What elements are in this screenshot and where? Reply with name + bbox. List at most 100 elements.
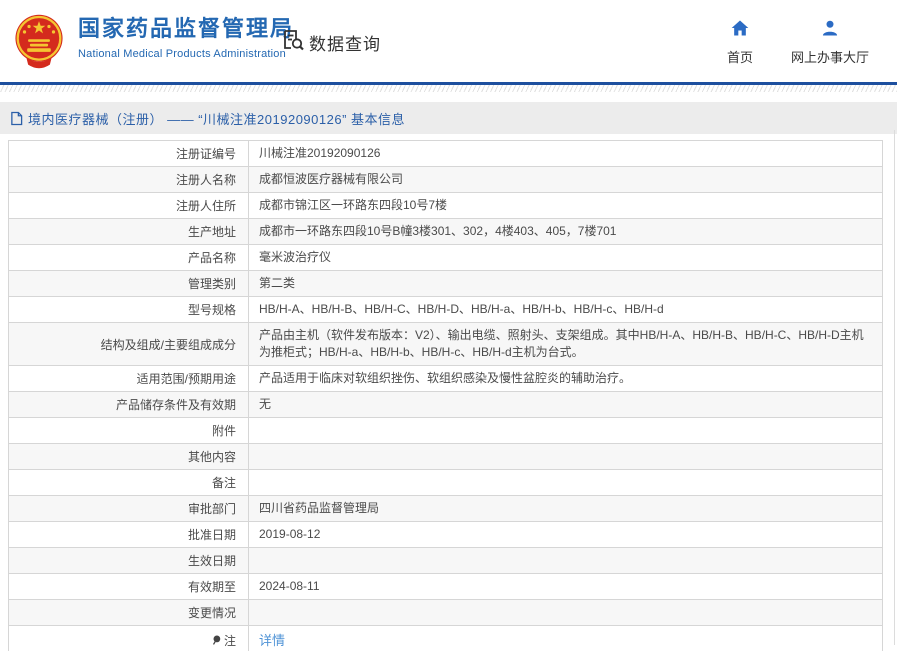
row-value: 详情: [248, 625, 883, 651]
row-label-text: 批准日期: [187, 528, 236, 542]
row-label-text: 适用范围/预期用途: [136, 372, 236, 386]
row-label: 审批部门: [8, 495, 249, 522]
site-header: 国家药品监督管理局 National Medical Products Admi…: [0, 0, 897, 82]
row-label-text: 产品储存条件及有效期: [115, 398, 236, 412]
row-label-text: 审批部门: [187, 502, 236, 516]
row-label: 注册人住所: [8, 192, 249, 219]
table-row: 产品储存条件及有效期无: [8, 391, 883, 418]
row-label: 管理类别: [8, 270, 249, 297]
row-label: 产品名称: [8, 244, 249, 271]
row-value: [248, 469, 883, 496]
row-label: 注册证编号: [8, 140, 249, 167]
row-value: 毫米波治疗仪: [248, 244, 883, 271]
nav-item-home[interactable]: 首页: [727, 18, 753, 66]
table-row: 注册人名称 成都恒波医疗器械有限公司: [8, 166, 883, 193]
row-label-text: 生产地址: [187, 225, 236, 239]
row-label-text: 注册人名称: [175, 173, 236, 187]
pin-icon: [211, 634, 222, 650]
nav-home-label: 首页: [726, 50, 753, 65]
table-row: 注册人住所 成都市锦江区一环路东四段10号7楼: [8, 192, 883, 219]
row-value: 川械注准20192090126: [248, 140, 883, 167]
table-row: 有效期至 2024-08-11: [8, 573, 883, 600]
row-value: [248, 599, 883, 626]
row-label-text: 注册证编号: [175, 147, 236, 161]
row-value: 四川省药品监督管理局: [248, 495, 883, 522]
row-label: 批准日期: [8, 521, 249, 548]
row-label: 适用范围/预期用途: [8, 365, 249, 392]
detail-link[interactable]: 详情: [259, 633, 285, 648]
row-label: 生效日期: [8, 547, 249, 574]
row-label-text: 其他内容: [187, 450, 236, 464]
nav-item-service-hall[interactable]: 网上办事大厅: [791, 18, 869, 66]
row-label: 生产地址: [8, 218, 249, 245]
row-value: 2024-08-11: [248, 573, 883, 600]
data-query-label: 数据查询: [309, 35, 381, 54]
table-row: 批准日期 2019-08-12: [8, 521, 883, 548]
table-row: 注册证编号 川械注准20192090126: [8, 140, 883, 167]
data-query-section[interactable]: 数据查询: [281, 28, 381, 57]
row-label-text: 管理类别: [187, 277, 236, 291]
row-value: 成都市锦江区一环路东四段10号7楼: [248, 192, 883, 219]
table-row: 生产地址 成都市一环路东四段10号B幢3楼301、302，4楼403、405，7楼…: [8, 218, 883, 245]
user-icon: [820, 18, 840, 43]
nav-service-hall-label: 网上办事大厅: [790, 50, 869, 65]
table-row: 型号规格 HB/H-A、HB/H-B、HB/H-C、HB/H-D、HB/H-a、H…: [8, 296, 883, 323]
detail-table-body: 注册证编号 川械注准20192090126 注册人名称 成都恒波医疗器械有限公司 注册人…: [8, 140, 883, 651]
row-value: [248, 417, 883, 444]
document-search-icon: [281, 28, 305, 57]
row-value: 成都市一环路东四段10号B幢3楼301、302，4楼403、405，7楼701: [248, 218, 883, 245]
table-row: 附件: [8, 417, 883, 444]
table-row: 适用范围/预期用途 产品适用于临床对软组织挫伤、软组织感染及慢性盆腔炎的辅助治疗。: [8, 365, 883, 392]
row-label: 有效期至: [8, 573, 249, 600]
row-value: 2019-08-12: [248, 521, 883, 548]
row-value: 产品由主机（软件发布版本：V2）、输出电缆、照射头、支架组成。其中HB/H-A、…: [248, 322, 883, 366]
site-title: 国家药品监督管理局: [78, 16, 295, 41]
document-icon: [10, 111, 23, 126]
row-label: 结构及组成/主要组成成分: [8, 322, 249, 366]
table-row: 审批部门 四川省药品监督管理局: [8, 495, 883, 522]
row-label: 注: [8, 625, 249, 651]
table-row: 变更情况: [8, 599, 883, 626]
row-value: HB/H-A、HB/H-B、HB/H-C、HB/H-D、HB/H-a、HB/H-…: [248, 296, 883, 323]
row-value: 产品适用于临床对软组织挫伤、软组织感染及慢性盆腔炎的辅助治疗。: [248, 365, 883, 392]
row-label-text: 型号规格: [187, 303, 236, 317]
site-title-block: 国家药品监督管理局 National Medical Products Admi…: [78, 16, 294, 60]
row-value: 无: [248, 391, 883, 418]
home-icon: [730, 18, 750, 43]
table-row: 其他内容: [8, 443, 883, 470]
row-label: 产品储存条件及有效期: [8, 391, 249, 418]
row-value: [248, 547, 883, 574]
row-label-text: 结构及组成/主要组成成分: [100, 337, 236, 352]
row-label: 附件: [8, 417, 249, 444]
row-value: 第二类: [248, 270, 883, 297]
row-value: 成都恒波医疗器械有限公司: [248, 166, 883, 193]
breadcrumb: 境内医疗器械（注册） —— “川械注准20192090126” 基本信息: [0, 102, 897, 134]
row-label-text: 有效期至: [187, 580, 236, 594]
row-label-text: 变更情况: [187, 606, 236, 620]
table-row: 产品名称 毫米波治疗仪: [8, 244, 883, 271]
row-label-text: 生效日期: [187, 554, 236, 568]
registration-detail-table: 注册证编号 川械注准20192090126 注册人名称 成都恒波医疗器械有限公司 注册人…: [8, 140, 883, 651]
row-label: 注册人名称: [8, 166, 249, 193]
table-row: 管理类别 第二类: [8, 270, 883, 297]
table-row: 结构及组成/主要组成成分 产品由主机（软件发布版本：V2）、输出电缆、照射头、支架…: [8, 322, 883, 366]
site-subtitle: National Medical Products Administration: [78, 48, 286, 60]
content-right-rule: [894, 130, 895, 645]
row-label-text: 注册人住所: [175, 199, 236, 213]
table-row: 生效日期: [8, 547, 883, 574]
table-row: 注 详情: [8, 625, 883, 651]
row-label: 备注: [8, 469, 249, 496]
row-label: 型号规格: [8, 296, 249, 323]
row-value: [248, 443, 883, 470]
row-label-text: 注: [223, 633, 236, 648]
row-label: 变更情况: [8, 599, 249, 626]
national-emblem-icon: [10, 12, 68, 70]
decorative-stripe-band: [0, 85, 897, 92]
table-row: 备注: [8, 469, 883, 496]
breadcrumb-text: 境内医疗器械（注册） —— “川械注准20192090126” 基本信息: [28, 111, 406, 127]
top-navigation: 首页 网上办事大厅: [727, 18, 869, 66]
row-label: 其他内容: [8, 443, 249, 470]
row-label-text: 产品名称: [187, 251, 236, 265]
row-label-text: 附件: [211, 424, 236, 438]
row-label-text: 备注: [211, 476, 236, 490]
